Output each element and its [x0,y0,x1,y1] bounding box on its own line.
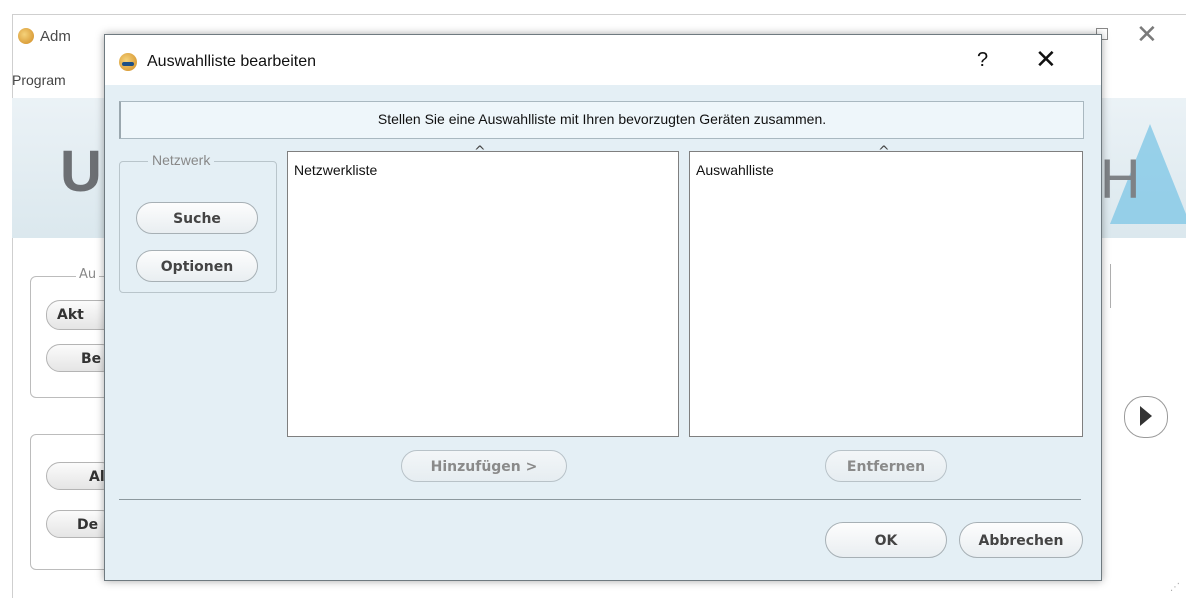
sort-caret-icon: ^ [878,144,890,160]
main-window-title: Adm [40,28,71,45]
remove-button[interactable]: Entfernen [825,450,947,482]
play-icon [1140,406,1152,426]
logo-letter-left: U [60,139,102,204]
add-button[interactable]: Hinzufügen > [401,450,567,482]
separator [119,499,1081,500]
ok-button[interactable]: OK [825,522,947,558]
search-button[interactable]: Suche [136,202,258,234]
resize-grip-icon[interactable]: ⋰ [1170,582,1180,593]
side-panel-edge [1106,264,1111,308]
help-button[interactable]: ? [977,49,988,72]
bg-group-1 [30,276,112,398]
bg-group-1-label: Au [76,267,100,282]
options-button[interactable]: Optionen [136,250,258,282]
menu-program[interactable]: Program [12,72,66,88]
app-icon [18,28,34,44]
network-list-header[interactable]: Netzwerkliste [294,162,377,178]
edit-selection-dialog: Auswahlliste bearbeiten ? ✕ Stellen Sie … [104,34,1102,581]
info-text: Stellen Sie eine Auswahlliste mit Ihren … [377,111,827,127]
selection-list[interactable]: ^ Auswahlliste [689,144,1083,437]
logo-letter-right: H [1100,147,1141,210]
close-icon[interactable]: ✕ [1136,20,1158,50]
app-icon [119,53,137,71]
network-group: Netzwerk Suche Optionen [119,152,277,293]
dialog-titlebar[interactable]: Auswahlliste bearbeiten ? ✕ [105,35,1101,85]
cancel-button[interactable]: Abbrechen [959,522,1083,558]
network-group-label: Netzwerk [148,152,215,168]
close-button[interactable]: ✕ [1035,45,1057,75]
selection-list-header[interactable]: Auswahlliste [696,162,774,178]
sort-caret-icon: ^ [474,144,486,160]
network-list[interactable]: ^ Netzwerkliste [287,144,679,437]
bg-group-2 [30,434,112,570]
dialog-title: Auswahlliste bearbeiten [147,53,316,70]
info-bar: Stellen Sie eine Auswahlliste mit Ihren … [119,101,1084,139]
